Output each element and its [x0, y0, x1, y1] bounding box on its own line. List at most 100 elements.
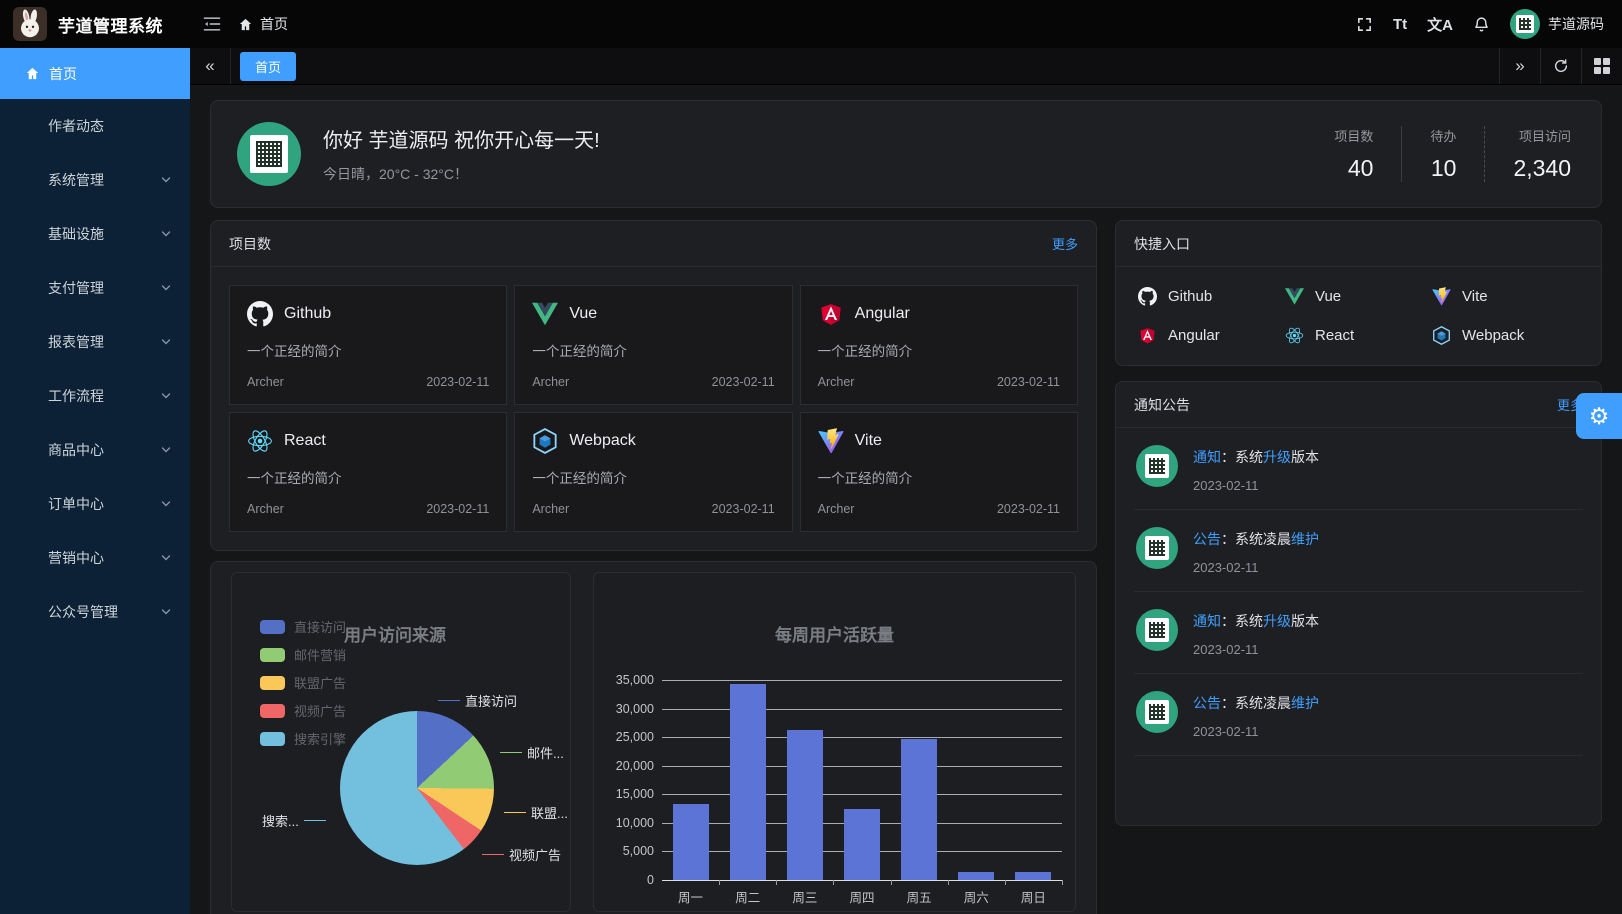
chevron-down-icon: [160, 552, 172, 564]
shortcut-vite[interactable]: Vite: [1432, 287, 1579, 306]
bar-gridline: [662, 709, 1062, 710]
project-author: Archer: [818, 502, 855, 516]
project-card-head: Github: [247, 301, 489, 327]
bar-4: [901, 739, 937, 880]
legend-item-3[interactable]: 视频广告: [260, 701, 346, 720]
project-desc: 一个正经的简介: [247, 467, 489, 487]
project-footer: Archer2023-02-11: [818, 375, 1060, 389]
tab-bar: « 首页 »: [190, 48, 1622, 85]
notice-item-1[interactable]: 公告：系统凌晨维护2023-02-11: [1134, 510, 1583, 592]
tab-actions-button[interactable]: [1581, 48, 1622, 84]
project-card-github[interactable]: Github一个正经的简介Archer2023-02-11: [229, 285, 507, 405]
shortcut-label: React: [1315, 327, 1354, 344]
chevron-down-icon: [160, 444, 172, 456]
legend-item-2[interactable]: 联盟广告: [260, 673, 346, 692]
sidebar-item-9[interactable]: 营销中心: [0, 531, 190, 585]
project-name: Vite: [855, 432, 882, 450]
font-size-icon[interactable]: Tt: [1393, 16, 1407, 33]
sidebar-item-3[interactable]: 基础设施: [0, 207, 190, 261]
notification-bell-icon[interactable]: [1473, 16, 1490, 33]
bar-xtick-label: 周日: [1004, 887, 1062, 906]
weather-text: 今日晴，20°C - 32°C！: [323, 164, 1306, 184]
bar-xtick: [833, 880, 834, 885]
project-footer: Archer2023-02-11: [532, 375, 774, 389]
sidebar-item-6[interactable]: 工作流程: [0, 369, 190, 423]
projects-panel-title: 项目数: [229, 234, 271, 254]
project-card-react[interactable]: React一个正经的简介Archer2023-02-11: [229, 412, 507, 532]
breadcrumb[interactable]: 首页: [238, 14, 288, 34]
notice-item-0[interactable]: 通知：系统升级版本2023-02-11: [1134, 428, 1583, 510]
legend-item-1[interactable]: 邮件营销: [260, 645, 346, 664]
sidebar-item-label: 系统管理: [48, 170, 160, 190]
notice-item-2[interactable]: 通知：系统升级版本2023-02-11: [1134, 592, 1583, 674]
breadcrumb-home-label: 首页: [260, 14, 288, 34]
sidebar-item-8[interactable]: 订单中心: [0, 477, 190, 531]
notice-avatar: [1136, 609, 1178, 651]
tabs-scroll-left-button[interactable]: «: [190, 48, 231, 84]
sidebar-item-5[interactable]: 报表管理: [0, 315, 190, 369]
bar-ytick-label: 5,000: [594, 844, 654, 858]
tabs-scroll-right-button[interactable]: »: [1499, 48, 1540, 84]
theme-settings-button[interactable]: ⚙: [1576, 393, 1622, 439]
notice-avatar: [1136, 691, 1178, 733]
bar-xtick-label: 周一: [662, 887, 720, 906]
shortcut-label: Vue: [1315, 288, 1341, 305]
notice-avatar: [1136, 445, 1178, 487]
project-card-vite[interactable]: Vite一个正经的简介Archer2023-02-11: [800, 412, 1078, 532]
legend-item-4[interactable]: 搜索引擎: [260, 729, 346, 748]
greeting-text: 你好 芋道源码 祝你开心每一天!: [323, 124, 1306, 153]
sidebar-item-4[interactable]: 支付管理: [0, 261, 190, 315]
user-menu[interactable]: 芋道源码: [1510, 9, 1604, 39]
project-card-webpack[interactable]: Webpack一个正经的简介Archer2023-02-11: [514, 412, 792, 532]
sidebar-item-1[interactable]: 作者动态: [0, 99, 190, 153]
bar-ytick-label: 15,000: [594, 787, 654, 801]
project-date: 2023-02-11: [426, 502, 489, 516]
app-logo[interactable]: [13, 7, 47, 41]
project-desc: 一个正经的简介: [818, 340, 1060, 360]
shortcut-github[interactable]: Github: [1138, 287, 1285, 306]
bar-gridline: [662, 680, 1062, 681]
pie-legend: 直接访问邮件营销联盟广告视频广告搜索引擎: [260, 617, 346, 748]
shortcut-label: Webpack: [1462, 327, 1524, 344]
left-column: 项目数 更多 Github一个正经的简介Archer2023-02-11Vue一…: [210, 220, 1097, 914]
shortcuts-grid: Github Vue Vite Angular React Webpack: [1116, 267, 1601, 365]
callout-label: 搜索...: [262, 811, 299, 830]
legend-item-0[interactable]: 直接访问: [260, 617, 346, 636]
legend-label: 邮件营销: [294, 645, 346, 664]
shortcut-react[interactable]: React: [1285, 326, 1432, 345]
bar-1: [730, 684, 766, 880]
callout-label: 直接访问: [465, 691, 517, 710]
callout-line: [504, 812, 526, 814]
stat-label: 项目数: [1334, 126, 1373, 145]
bar-xtick: [948, 880, 949, 885]
language-icon[interactable]: 文A: [1427, 14, 1453, 35]
sidebar-item-7[interactable]: 商品中心: [0, 423, 190, 477]
project-card-vue[interactable]: Vue一个正经的简介Archer2023-02-11: [514, 285, 792, 405]
legend-swatch: [260, 648, 285, 662]
bar-3: [844, 809, 880, 880]
project-author: Archer: [532, 502, 569, 516]
shortcut-angular[interactable]: Angular: [1138, 326, 1285, 345]
project-card-head: Vite: [818, 428, 1060, 454]
pie-chart: 用户访问来源 直接访问邮件营销联盟广告视频广告搜索引擎 直接访问邮件...联盟.…: [231, 572, 571, 912]
projects-more-link[interactable]: 更多: [1052, 234, 1078, 253]
sidebar-item-10[interactable]: 公众号管理: [0, 585, 190, 639]
sidebar-item-label: 订单中心: [48, 494, 160, 514]
fullscreen-icon[interactable]: [1356, 16, 1373, 33]
notice-title: 公告：系统凌晨维护: [1193, 529, 1319, 549]
bar-ytick-label: 20,000: [594, 759, 654, 773]
stat-2: 项目访问2,340: [1484, 126, 1575, 182]
tab-home[interactable]: 首页: [240, 52, 296, 81]
refresh-tab-button[interactable]: [1540, 48, 1581, 84]
menu-fold-icon[interactable]: [202, 14, 222, 34]
projects-panel: 项目数 更多 Github一个正经的简介Archer2023-02-11Vue一…: [210, 220, 1097, 551]
webpack-icon: [1432, 326, 1451, 345]
navbar-brand: 芋道管理系统: [0, 7, 190, 41]
shortcut-vue[interactable]: Vue: [1285, 287, 1432, 306]
sidebar-item-0[interactable]: 首页: [0, 48, 190, 99]
shortcut-webpack[interactable]: Webpack: [1432, 326, 1579, 345]
project-card-angular[interactable]: Angular一个正经的简介Archer2023-02-11: [800, 285, 1078, 405]
chevron-down-icon: [160, 282, 172, 294]
sidebar-item-2[interactable]: 系统管理: [0, 153, 190, 207]
notice-item-3[interactable]: 公告：系统凌晨维护2023-02-11: [1134, 674, 1583, 756]
